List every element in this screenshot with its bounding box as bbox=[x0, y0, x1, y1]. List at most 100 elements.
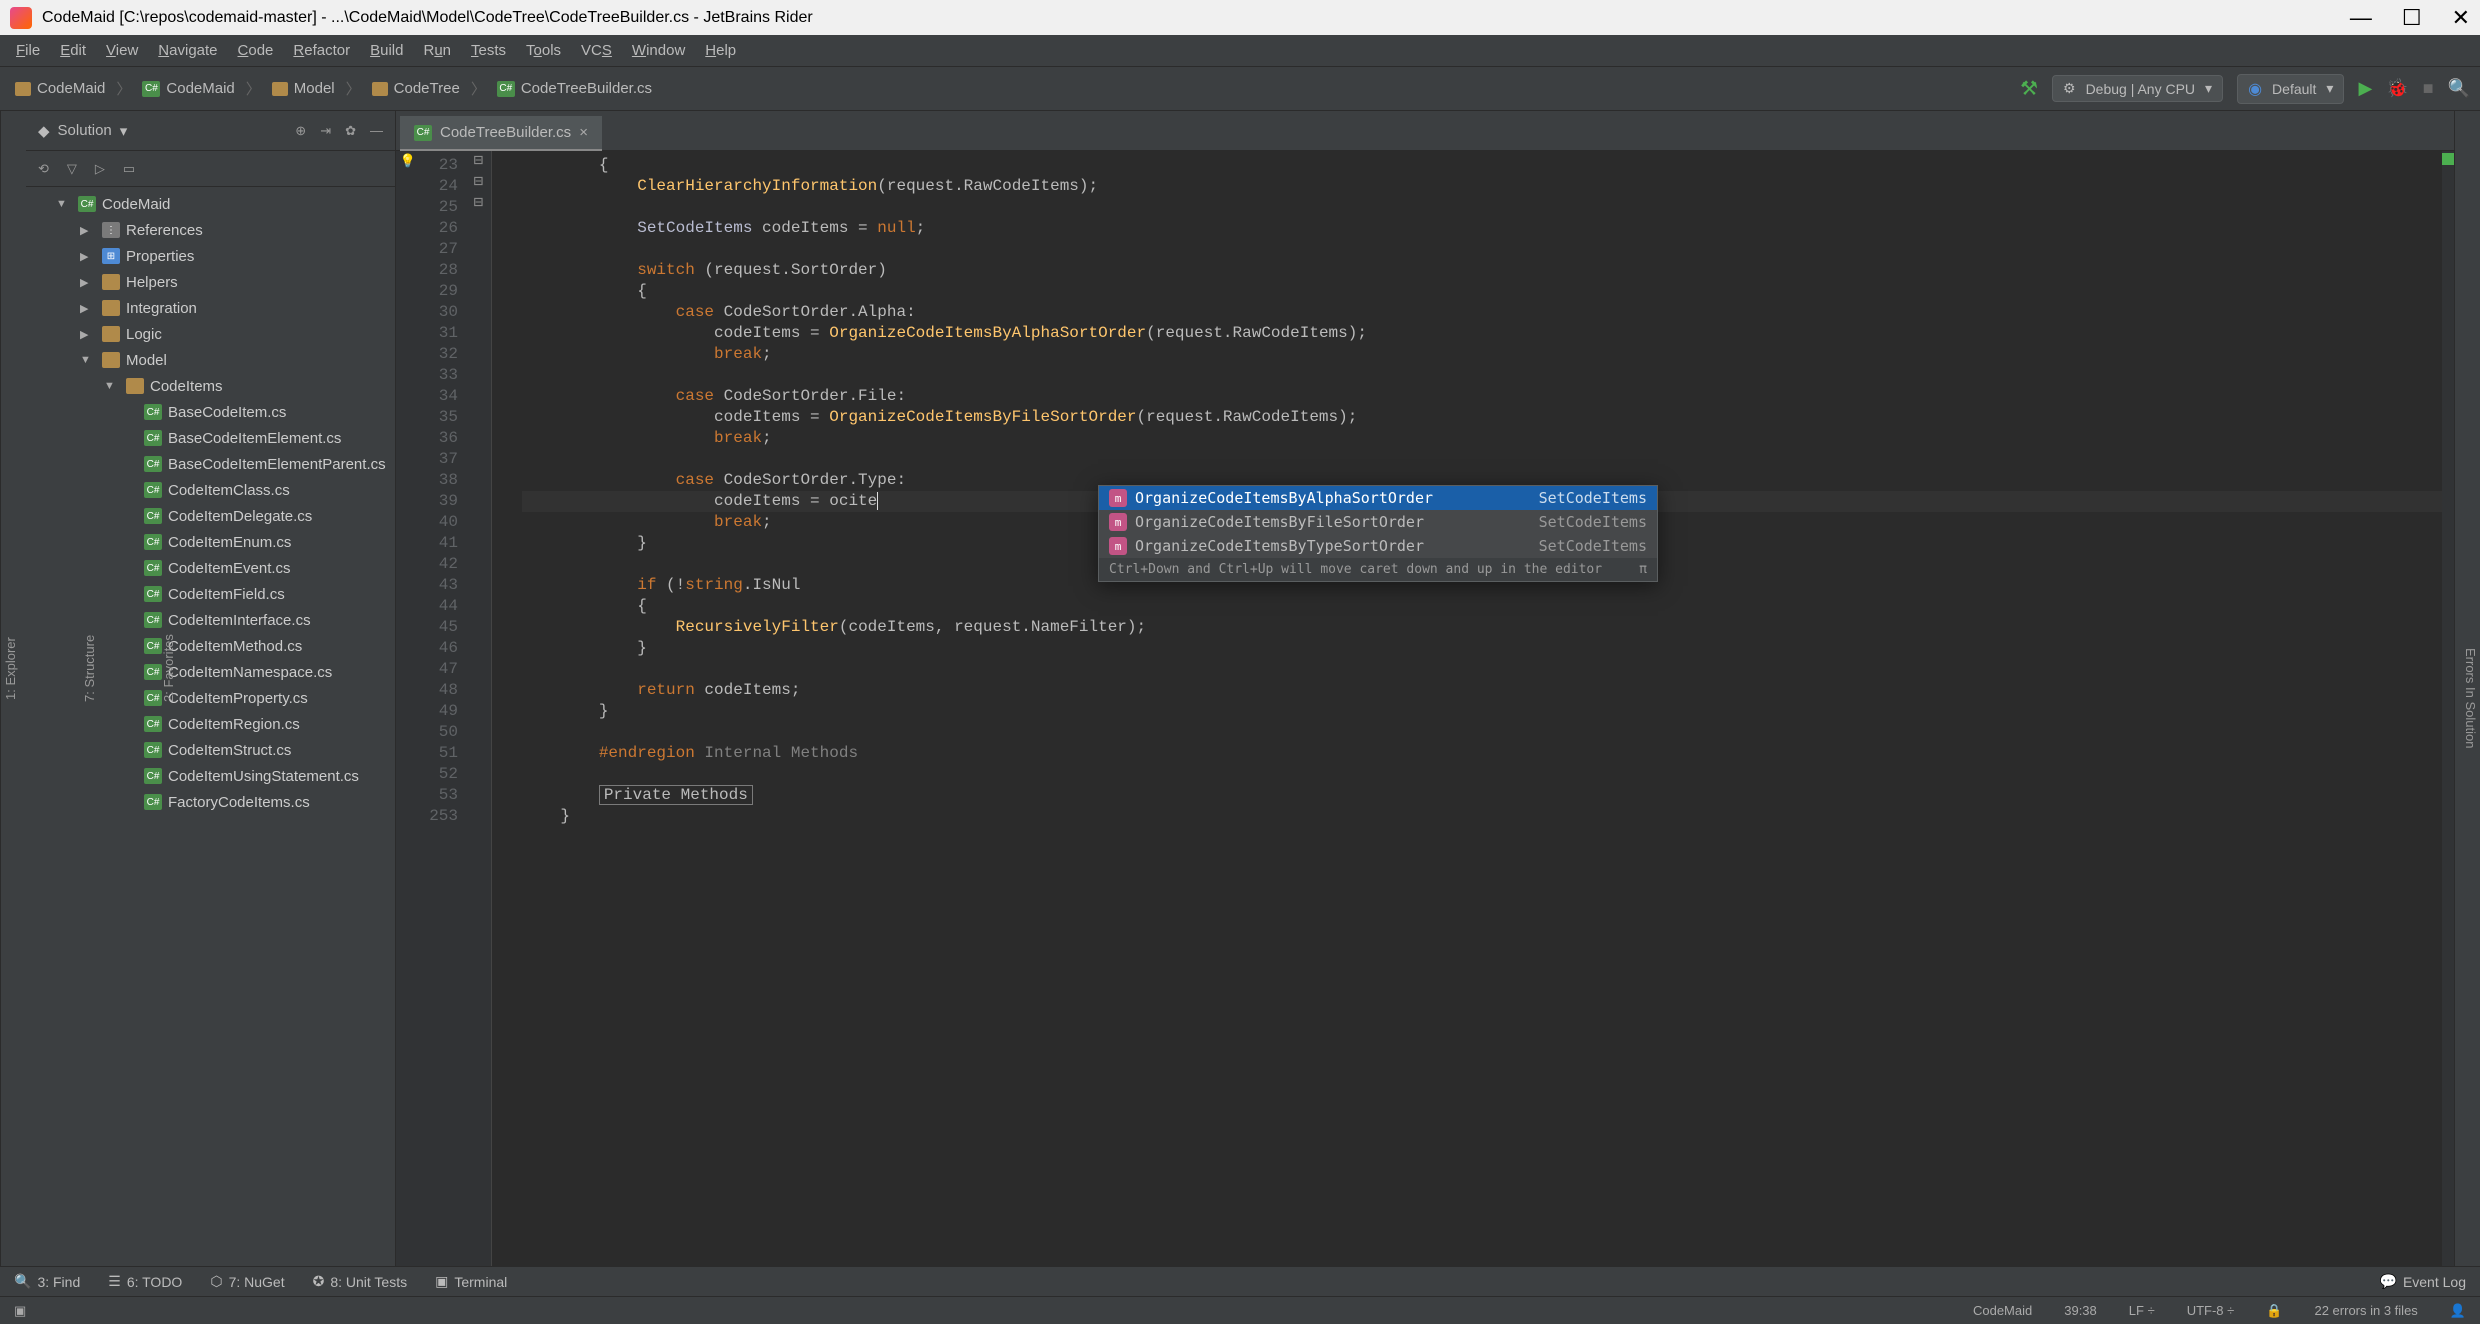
chevron-down-icon[interactable]: ▾ bbox=[120, 122, 128, 140]
crumb-sep-icon: 〉 bbox=[246, 78, 261, 99]
configuration-selector[interactable]: ⚙ Debug | Any CPU ▾ bbox=[2052, 75, 2223, 102]
popup-settings-icon[interactable]: π bbox=[1639, 562, 1647, 577]
status-line-separator[interactable]: LF ÷ bbox=[2129, 1303, 2155, 1318]
tool-tab-errors[interactable]: Errors In Solution bbox=[2461, 640, 2480, 756]
close-tab-icon[interactable]: × bbox=[579, 124, 588, 141]
tree-solution[interactable]: ▼ C# CodeMaid bbox=[26, 191, 395, 217]
tree-folder[interactable]: ▶ Helpers bbox=[26, 269, 395, 295]
menu-window[interactable]: Window bbox=[626, 39, 691, 62]
tree-file[interactable]: C#CodeItemUsingStatement.cs bbox=[26, 763, 395, 789]
tree-label: CodeItemEvent.cs bbox=[168, 560, 291, 577]
menu-view[interactable]: View bbox=[100, 39, 144, 62]
tree-folder-model[interactable]: ▼ Model bbox=[26, 347, 395, 373]
search-button[interactable]: 🔍 bbox=[2448, 78, 2470, 99]
build-icon[interactable]: ⚒ bbox=[2020, 76, 2038, 101]
status-project[interactable]: CodeMaid bbox=[1973, 1303, 2032, 1318]
close-button[interactable]: ✕ bbox=[2452, 5, 2470, 31]
search-icon: 🔍 bbox=[14, 1273, 31, 1290]
todo-icon: ☰ bbox=[108, 1273, 121, 1290]
collapse-icon[interactable]: ⇥ bbox=[320, 123, 331, 139]
menu-navigate[interactable]: Navigate bbox=[152, 39, 223, 62]
tree-label: CodeItems bbox=[150, 378, 223, 395]
tool-tab-explorer[interactable]: 1: Explorer bbox=[1, 629, 20, 708]
tree-folder[interactable]: ▶ Integration bbox=[26, 295, 395, 321]
menu-code[interactable]: Code bbox=[232, 39, 280, 62]
tree-label: BaseCodeItem.cs bbox=[168, 404, 286, 421]
tree-folder[interactable]: ▶ Logic bbox=[26, 321, 395, 347]
tree-properties[interactable]: ▶ ⊞ Properties bbox=[26, 243, 395, 269]
menu-build[interactable]: Build bbox=[364, 39, 409, 62]
tree-file[interactable]: C#CodeItemStruct.cs bbox=[26, 737, 395, 763]
status-encoding[interactable]: UTF-8 ÷ bbox=[2187, 1303, 2235, 1318]
completion-item[interactable]: m OrganizeCodeItemsByFileSortOrder SetCo… bbox=[1099, 510, 1657, 534]
tool-tab-favorites[interactable]: 2: Favorites bbox=[159, 627, 178, 711]
menu-edit[interactable]: Edit bbox=[54, 39, 92, 62]
tree-label: CodeItemClass.cs bbox=[168, 482, 290, 499]
code-content[interactable]: { ClearHierarchyInformation(request.RawC… bbox=[492, 151, 2442, 1266]
tree-file[interactable]: C#CodeItemDelegate.cs bbox=[26, 503, 395, 529]
menu-run[interactable]: Run bbox=[417, 39, 457, 62]
code-editor[interactable]: 💡 23242526272829303132333435363738394041… bbox=[396, 151, 2454, 1266]
run-button[interactable]: ▶ bbox=[2358, 78, 2372, 99]
maximize-button[interactable]: ☐ bbox=[2402, 5, 2422, 31]
tree-file[interactable]: C#CodeItemEvent.cs bbox=[26, 555, 395, 581]
folder-icon bbox=[102, 326, 120, 342]
stop-button[interactable]: ■ bbox=[2423, 78, 2434, 99]
tree-file[interactable]: C#CodeItemEnum.cs bbox=[26, 529, 395, 555]
minimize-button[interactable]: — bbox=[2350, 5, 2372, 31]
menu-tools[interactable]: Tools bbox=[520, 39, 567, 62]
status-windows-icon[interactable]: ▣ bbox=[14, 1303, 26, 1319]
tool-nuget[interactable]: ⬡7: NuGet bbox=[210, 1273, 284, 1290]
tree-references[interactable]: ▶ ⋮ References bbox=[26, 217, 395, 243]
code-completion-popup[interactable]: m OrganizeCodeItemsByAlphaSortOrder SetC… bbox=[1098, 485, 1658, 582]
crumb-sep-icon: 〉 bbox=[471, 78, 486, 99]
status-errors[interactable]: 22 errors in 3 files bbox=[2314, 1303, 2417, 1318]
tree-file[interactable]: C# BaseCodeItem.cs bbox=[26, 399, 395, 425]
crumb-folder[interactable]: CodeTree bbox=[367, 77, 465, 100]
expand-icon[interactable]: ▽ bbox=[67, 161, 77, 177]
menu-file[interactable]: File bbox=[10, 39, 46, 62]
crumb-project[interactable]: C# CodeMaid bbox=[137, 77, 239, 100]
menu-vcs[interactable]: VCS bbox=[575, 39, 618, 62]
menu-refactor[interactable]: Refactor bbox=[287, 39, 356, 62]
menu-tests[interactable]: Tests bbox=[465, 39, 512, 62]
status-lock-icon[interactable]: 🔒 bbox=[2266, 1303, 2282, 1319]
sync-icon[interactable]: ⟲ bbox=[38, 161, 49, 177]
tree-file[interactable]: C#CodeItemClass.cs bbox=[26, 477, 395, 503]
folder-icon bbox=[372, 82, 388, 96]
tree-file[interactable]: C#CodeItemField.cs bbox=[26, 581, 395, 607]
crumb-folder[interactable]: Model bbox=[267, 77, 340, 100]
csharp-file-icon: C# bbox=[144, 404, 162, 420]
hide-icon[interactable]: — bbox=[370, 123, 383, 139]
debug-button[interactable]: 🐞 bbox=[2386, 78, 2408, 99]
status-inspections-icon[interactable]: 👤 bbox=[2450, 1303, 2466, 1319]
collapse-all-icon[interactable]: ▷ bbox=[95, 161, 105, 177]
solution-tree[interactable]: ▼ C# CodeMaid ▶ ⋮ References ▶ ⊞ Propert… bbox=[26, 187, 395, 1266]
tree-file[interactable]: C#CodeItemRegion.cs bbox=[26, 711, 395, 737]
completion-item[interactable]: m OrganizeCodeItemsByAlphaSortOrder SetC… bbox=[1099, 486, 1657, 510]
popup-hint-text: Ctrl+Down and Ctrl+Up will move caret do… bbox=[1109, 562, 1602, 577]
run-target-selector[interactable]: ◉ Default ▾ bbox=[2237, 74, 2344, 104]
fold-gutter[interactable]: ⊟⊟⊟ bbox=[466, 151, 492, 1266]
tool-tab-structure[interactable]: 7: Structure bbox=[80, 627, 99, 710]
completion-item[interactable]: m OrganizeCodeItemsByTypeSortOrder SetCo… bbox=[1099, 534, 1657, 558]
crumb-sep-icon: 〉 bbox=[116, 78, 131, 99]
tree-label: Integration bbox=[126, 300, 197, 317]
crumb-file[interactable]: C# CodeTreeBuilder.cs bbox=[492, 77, 657, 100]
tool-find[interactable]: 🔍3: Find bbox=[14, 1273, 80, 1290]
settings-icon[interactable]: ✿ bbox=[345, 123, 356, 139]
tree-file[interactable]: C#BaseCodeItemElement.cs bbox=[26, 425, 395, 451]
status-caret-position[interactable]: 39:38 bbox=[2064, 1303, 2097, 1318]
tree-folder-codeitems[interactable]: ▼ CodeItems bbox=[26, 373, 395, 399]
tool-event-log[interactable]: 💬Event Log bbox=[2380, 1273, 2467, 1290]
tree-file[interactable]: C#FactoryCodeItems.cs bbox=[26, 789, 395, 815]
editor-tab[interactable]: C# CodeTreeBuilder.cs × bbox=[400, 116, 602, 151]
tool-unit-tests[interactable]: ✪8: Unit Tests bbox=[313, 1273, 408, 1290]
menu-help[interactable]: Help bbox=[699, 39, 742, 62]
crumb-solution[interactable]: CodeMaid bbox=[10, 77, 110, 100]
tree-file[interactable]: C#BaseCodeItemElementParent.cs bbox=[26, 451, 395, 477]
tool-terminal[interactable]: ▣Terminal bbox=[435, 1273, 507, 1290]
show-all-icon[interactable]: ▭ bbox=[123, 161, 135, 177]
locate-icon[interactable]: ⊕ bbox=[295, 123, 306, 139]
tool-todo[interactable]: ☰6: TODO bbox=[108, 1273, 182, 1290]
